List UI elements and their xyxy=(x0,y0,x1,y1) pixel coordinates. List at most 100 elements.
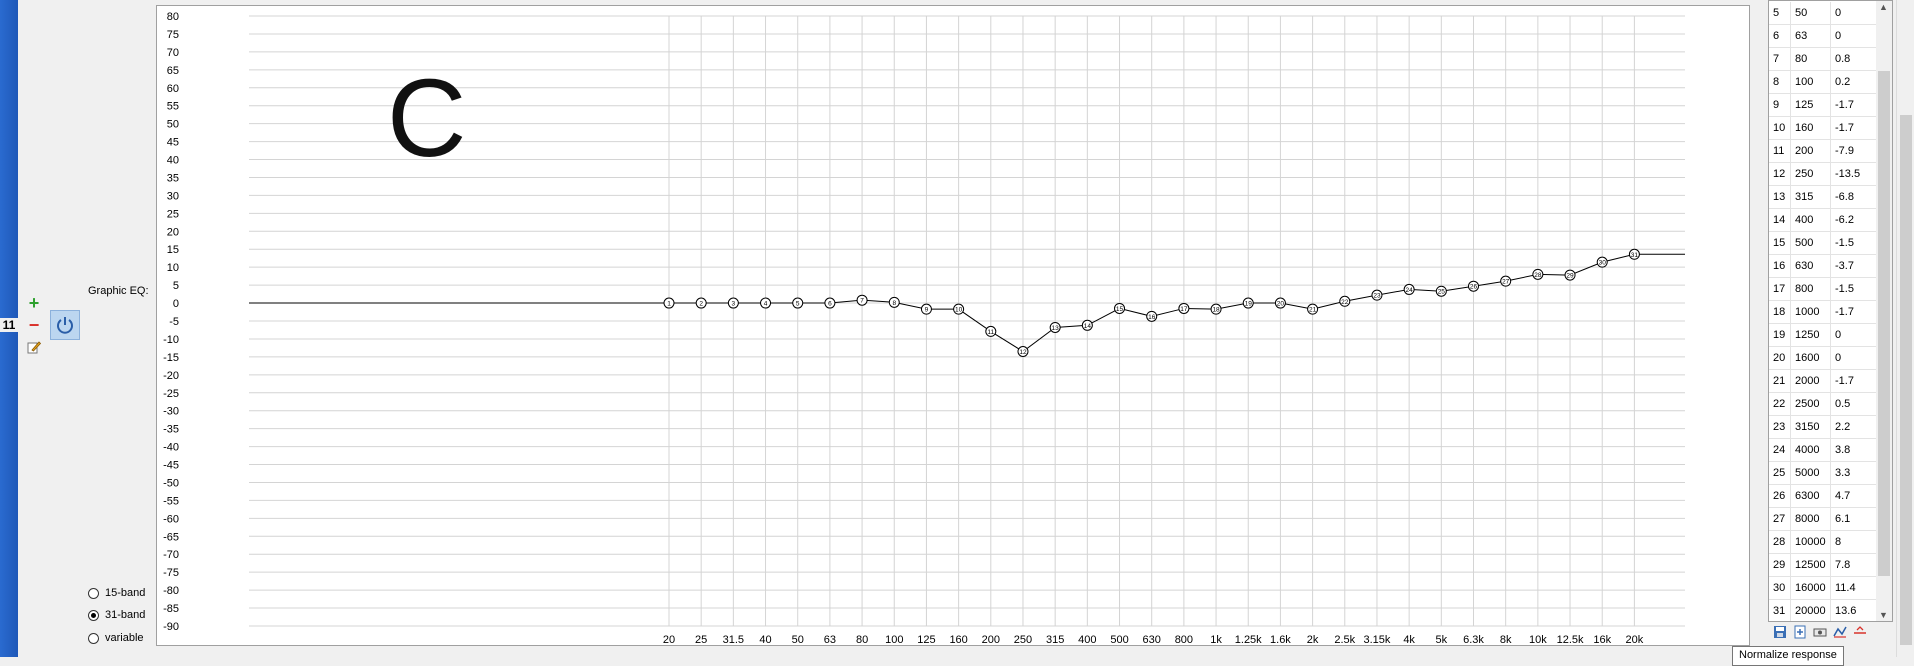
radio-button[interactable] xyxy=(88,632,99,644)
gain-cell[interactable]: -1.5 xyxy=(1831,232,1876,254)
frequency-cell[interactable]: 50 xyxy=(1791,2,1831,24)
band-number-cell[interactable]: 23 xyxy=(1769,416,1791,438)
gain-cell[interactable]: -13.5 xyxy=(1831,163,1876,185)
remove-icon[interactable]: − xyxy=(26,316,42,334)
radio-31-band[interactable]: 31-band xyxy=(88,609,145,621)
frequency-cell[interactable]: 20000 xyxy=(1791,600,1831,621)
add-icon[interactable]: + xyxy=(26,294,42,312)
band-point[interactable]: 6 xyxy=(824,297,836,309)
band-point[interactable]: 3 xyxy=(727,297,739,309)
frequency-cell[interactable]: 160 xyxy=(1791,117,1831,139)
table-row[interactable]: 26 6300 4.7 xyxy=(1769,485,1876,508)
band-number-cell[interactable]: 7 xyxy=(1769,48,1791,70)
band-point[interactable]: 28 xyxy=(1532,268,1544,280)
band-number-cell[interactable]: 26 xyxy=(1769,485,1791,507)
table-row[interactable]: 5 50 0 xyxy=(1769,2,1876,25)
band-number-cell[interactable]: 25 xyxy=(1769,462,1791,484)
band-number-cell[interactable]: 29 xyxy=(1769,554,1791,576)
band-number-cell[interactable]: 28 xyxy=(1769,531,1791,553)
band-point[interactable]: 21 xyxy=(1307,303,1319,315)
table-row[interactable]: 12 250 -13.5 xyxy=(1769,163,1876,186)
band-point[interactable]: 24 xyxy=(1403,283,1415,295)
radio-variable[interactable]: variable xyxy=(88,632,144,644)
gain-cell[interactable]: 0 xyxy=(1831,347,1876,369)
frequency-cell[interactable]: 8000 xyxy=(1791,508,1831,530)
table-row[interactable]: 28 10000 8 xyxy=(1769,531,1876,554)
frequency-cell[interactable]: 63 xyxy=(1791,25,1831,47)
frequency-cell[interactable]: 250 xyxy=(1791,163,1831,185)
save-icon[interactable] xyxy=(1772,624,1788,640)
band-number-cell[interactable]: 19 xyxy=(1769,324,1791,346)
gain-cell[interactable]: -1.7 xyxy=(1831,117,1876,139)
band-number-cell[interactable]: 6 xyxy=(1769,25,1791,47)
gain-cell[interactable]: -1.7 xyxy=(1831,370,1876,392)
band-point[interactable]: 9 xyxy=(920,303,932,315)
eq-chart[interactable]: 80757065605550454035302520151050-5-10-15… xyxy=(157,6,1751,647)
band-number-cell[interactable]: 16 xyxy=(1769,255,1791,277)
band-values-table[interactable]: 5 50 0 6 63 0 7 80 0.8 8 100 0.2 9 125 -1.7 10 160 -1.7 11… xyxy=(1768,0,1893,622)
table-row[interactable]: 6 63 0 xyxy=(1769,25,1876,48)
gain-cell[interactable]: 0.5 xyxy=(1831,393,1876,415)
table-row[interactable]: 15 500 -1.5 xyxy=(1769,232,1876,255)
gain-cell[interactable]: -1.7 xyxy=(1831,301,1876,323)
band-number-cell[interactable]: 9 xyxy=(1769,94,1791,116)
band-number-cell[interactable]: 5 xyxy=(1769,2,1791,24)
band-point[interactable]: 27 xyxy=(1500,275,1512,287)
band-number-cell[interactable]: 12 xyxy=(1769,163,1791,185)
band-number-cell[interactable]: 8 xyxy=(1769,71,1791,93)
band-number-cell[interactable]: 15 xyxy=(1769,232,1791,254)
table-row[interactable]: 23 3150 2.2 xyxy=(1769,416,1876,439)
band-number-cell[interactable]: 21 xyxy=(1769,370,1791,392)
band-number-cell[interactable]: 14 xyxy=(1769,209,1791,231)
band-number-cell[interactable]: 22 xyxy=(1769,393,1791,415)
scrollbar-thumb[interactable] xyxy=(1900,115,1912,645)
scroll-down-arrow[interactable]: ▼ xyxy=(1879,610,1888,620)
gain-cell[interactable]: -6.2 xyxy=(1831,209,1876,231)
scroll-up-arrow[interactable]: ▲ xyxy=(1879,2,1888,12)
gain-cell[interactable]: 7.8 xyxy=(1831,554,1876,576)
band-point[interactable]: 2 xyxy=(695,297,707,309)
band-point[interactable]: 7 xyxy=(856,294,868,306)
band-point[interactable]: 18 xyxy=(1210,303,1222,315)
table-row[interactable]: 24 4000 3.8 xyxy=(1769,439,1876,462)
table-row[interactable]: 22 2500 0.5 xyxy=(1769,393,1876,416)
band-number-cell[interactable]: 20 xyxy=(1769,347,1791,369)
gain-cell[interactable]: 0 xyxy=(1831,25,1876,47)
normalize-response-icon[interactable] xyxy=(1852,624,1868,640)
gain-cell[interactable]: 11.4 xyxy=(1831,577,1876,599)
import-icon[interactable] xyxy=(1792,624,1808,640)
band-point[interactable]: 19 xyxy=(1242,297,1254,309)
gain-cell[interactable]: 0 xyxy=(1831,2,1876,24)
table-row[interactable]: 10 160 -1.7 xyxy=(1769,117,1876,140)
table-row[interactable]: 25 5000 3.3 xyxy=(1769,462,1876,485)
frequency-cell[interactable]: 1600 xyxy=(1791,347,1831,369)
band-number-cell[interactable]: 24 xyxy=(1769,439,1791,461)
gain-cell[interactable]: -6.8 xyxy=(1831,186,1876,208)
table-row[interactable]: 7 80 0.8 xyxy=(1769,48,1876,71)
gain-cell[interactable]: 3.3 xyxy=(1831,462,1876,484)
band-point[interactable]: 25 xyxy=(1435,285,1447,297)
frequency-cell[interactable]: 500 xyxy=(1791,232,1831,254)
table-row[interactable]: 30 16000 11.4 xyxy=(1769,577,1876,600)
band-point[interactable]: 26 xyxy=(1468,280,1479,292)
band-number-cell[interactable]: 13 xyxy=(1769,186,1791,208)
band-number-cell[interactable]: 11 xyxy=(1769,140,1791,162)
band-point[interactable]: 13 xyxy=(1049,321,1061,333)
band-number-cell[interactable]: 30 xyxy=(1769,577,1791,599)
radio-button[interactable] xyxy=(88,587,99,599)
table-row[interactable]: 21 2000 -1.7 xyxy=(1769,370,1876,393)
band-point[interactable]: 10 xyxy=(953,303,965,315)
band-point[interactable]: 22 xyxy=(1339,295,1351,307)
gain-cell[interactable]: 4.7 xyxy=(1831,485,1876,507)
band-point[interactable]: 16 xyxy=(1146,310,1158,322)
scrollbar-thumb[interactable] xyxy=(1878,71,1890,576)
band-number-cell[interactable]: 18 xyxy=(1769,301,1791,323)
band-point[interactable]: 15 xyxy=(1114,302,1126,314)
band-number-cell[interactable]: 17 xyxy=(1769,278,1791,300)
band-point[interactable]: 5 xyxy=(792,297,804,309)
radio-15-band[interactable]: 15-band xyxy=(88,587,145,599)
table-row[interactable]: 8 100 0.2 xyxy=(1769,71,1876,94)
invert-response-icon[interactable] xyxy=(1832,624,1848,640)
frequency-cell[interactable]: 1000 xyxy=(1791,301,1831,323)
band-point[interactable]: 8 xyxy=(888,296,900,308)
